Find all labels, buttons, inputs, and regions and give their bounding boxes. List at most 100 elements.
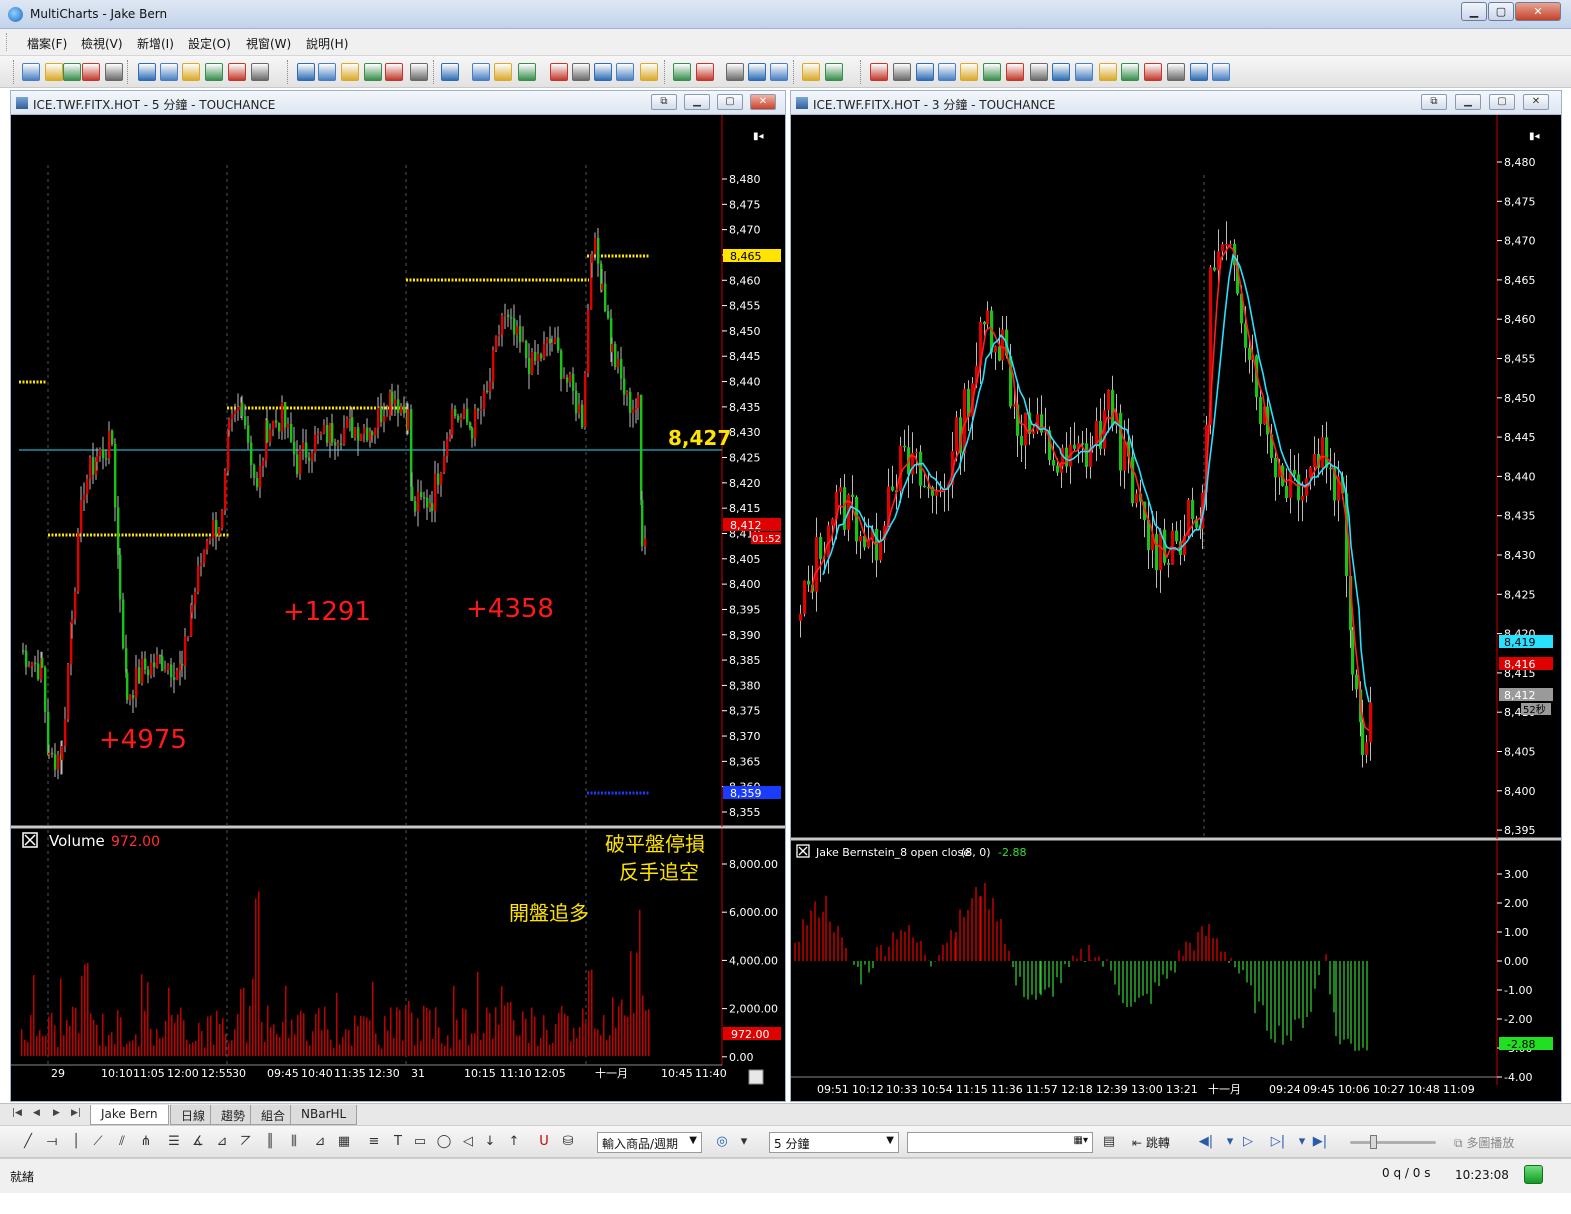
toolbar-tool-icon[interactable] — [1121, 63, 1139, 81]
toolbar-tool-icon[interactable] — [341, 63, 359, 81]
minimize-button[interactable]: ▁ — [1461, 2, 1487, 21]
play-back-icon[interactable]: ◀| — [1198, 1134, 1214, 1150]
tab-first-icon[interactable]: |◀ — [12, 1108, 22, 1118]
andrews-pitchfork-icon[interactable]: ⋔ — [138, 1134, 154, 1150]
menu-help[interactable]: 說明(H) — [306, 35, 348, 52]
jump-button[interactable]: ⇤ 跳轉 — [1132, 1134, 1170, 1151]
toolbar-tool-icon[interactable] — [893, 63, 911, 81]
toolbar-tool-icon[interactable] — [1052, 63, 1070, 81]
toolbar-tool-icon[interactable] — [572, 63, 590, 81]
toolbar-tool-icon[interactable] — [182, 63, 200, 81]
chart-3min-canvas[interactable]: ▮◂ 8,480 8,475 8,470 8,465 8,460 8,455 8,450 8,4… — [791, 115, 1561, 1101]
toolbar-tool-icon[interactable] — [748, 63, 766, 81]
chart-5min-canvas[interactable]: ▮◂ 8,480 8,475 8,470 8,465 8,460 8,455 8,450 8,4… — [11, 115, 785, 1101]
toolbar-tool-icon[interactable] — [228, 63, 246, 81]
arrow-up-icon[interactable]: ↑ — [506, 1134, 522, 1150]
menu-file[interactable]: 檔案(F) — [27, 35, 67, 52]
toolbar-tool-icon[interactable] — [594, 63, 612, 81]
menu-view[interactable]: 檢視(V) — [81, 35, 123, 52]
speed-lines-icon[interactable]: ⊿ — [214, 1134, 230, 1150]
speed-slider-handle[interactable] — [1370, 1135, 1377, 1149]
toolbar-tool-icon[interactable] — [385, 63, 403, 81]
toolbar-tool-icon[interactable] — [673, 63, 691, 81]
toolbar-tool-icon[interactable] — [297, 63, 315, 81]
text-tool-icon[interactable]: T — [390, 1134, 406, 1150]
toolbar-tool-icon[interactable] — [1006, 63, 1024, 81]
horizontal-line-icon[interactable]: ⟞ — [44, 1134, 60, 1150]
toolbar-tool-icon[interactable] — [938, 63, 956, 81]
toolbar-tool-icon[interactable] — [518, 63, 536, 81]
vertical-line-icon[interactable]: │ — [68, 1134, 84, 1150]
toolbar-tool-icon[interactable] — [640, 63, 658, 81]
step-menu-icon[interactable]: ▾ — [1294, 1134, 1310, 1150]
triangle-tool-icon[interactable]: ◁ — [460, 1134, 476, 1150]
interval-combo[interactable]: 5 分鐘 ▼ — [769, 1132, 899, 1153]
menu-insert[interactable]: 新增(I) — [137, 35, 174, 52]
toolbar-tool-icon[interactable] — [960, 63, 978, 81]
toolbar-tool-icon[interactable] — [616, 63, 634, 81]
chart-format-button[interactable]: ⧉ — [651, 94, 677, 110]
toolbar-tool-icon[interactable] — [410, 63, 428, 81]
toolbar-tool-icon[interactable] — [983, 63, 1001, 81]
chart-minimize-button[interactable]: ▁ — [684, 94, 710, 110]
toolbar-tool-icon[interactable] — [494, 63, 512, 81]
grid-icon[interactable]: ▦ — [336, 1134, 352, 1150]
channel-icon[interactable]: ⟋ — [90, 1134, 106, 1150]
toolbar-tool-icon[interactable] — [138, 63, 156, 81]
tab-jake-bern[interactable]: Jake Bern — [90, 1105, 169, 1125]
fib-fan-icon[interactable]: ⦢ — [238, 1134, 254, 1150]
toolbar-tool-icon[interactable] — [45, 63, 63, 81]
toolbar-tool-icon[interactable] — [1144, 63, 1162, 81]
toolbar-tool-icon[interactable] — [318, 63, 336, 81]
toolbar-tool-icon[interactable] — [870, 63, 888, 81]
toolbar-tool-icon[interactable] — [1030, 63, 1048, 81]
chart-window-3min[interactable]: ICE.TWF.FITX.HOT - 3 分鐘 - TOUCHANCE ⧉ ▁ … — [790, 90, 1562, 1102]
close-button[interactable]: ✕ — [1515, 2, 1561, 21]
chart-format-button[interactable]: ⧉ — [1421, 94, 1447, 110]
maximize-button[interactable]: ▢ — [1488, 2, 1514, 21]
toolbar-tool-icon[interactable] — [770, 63, 788, 81]
parallel-icon[interactable]: ⫽ — [114, 1134, 130, 1150]
chart-close-button[interactable]: ✕ — [1523, 94, 1549, 110]
toolbar-tool-icon[interactable] — [1075, 63, 1093, 81]
step-forward-icon[interactable]: ▷| — [1270, 1134, 1286, 1150]
toolbar-settings-icon[interactable]: ▤ — [1101, 1134, 1117, 1150]
toolbar-tool-icon[interactable] — [550, 63, 568, 81]
toolbar-tool-icon[interactable] — [1212, 63, 1230, 81]
toolbar-tool-icon[interactable] — [726, 63, 744, 81]
toolbar-tool-icon[interactable] — [825, 63, 843, 81]
magnet-icon[interactable]: U — [536, 1134, 552, 1150]
paint-icon[interactable]: ⛁ — [560, 1134, 576, 1150]
toolbar-tool-icon[interactable] — [1190, 63, 1208, 81]
tab-next-icon[interactable]: ▶ — [53, 1108, 60, 1118]
toolbar-tool-icon[interactable] — [160, 63, 178, 81]
arrow-down-icon[interactable]: ↓ — [482, 1134, 498, 1150]
time-zones-icon[interactable]: ║ — [262, 1134, 278, 1150]
symbol-combo[interactable]: 輸入商品/週期 ▼ — [597, 1132, 702, 1153]
chart-close-button[interactable]: ✕ — [750, 94, 776, 110]
price-levels-icon[interactable]: ≡ — [366, 1134, 382, 1150]
chart-maximize-button[interactable]: ▢ — [1489, 94, 1515, 110]
chart-maximize-button[interactable]: ▢ — [717, 94, 743, 110]
date-input[interactable]: ▦▾ — [907, 1132, 1093, 1153]
cycle-lines-icon[interactable]: ⫼ — [286, 1134, 302, 1150]
regression-icon[interactable]: ⊿ — [312, 1134, 328, 1150]
trendline-icon[interactable]: ╱ — [20, 1134, 36, 1150]
fibonacci-icon[interactable]: ☰ — [166, 1134, 182, 1150]
toolbar-tool-icon[interactable] — [364, 63, 382, 81]
chart-window-5min[interactable]: ICE.TWF.FITX.HOT - 5 分鐘 - TOUCHANCE ⧉ ▁ … — [10, 90, 786, 1102]
rectangle-tool-icon[interactable]: ▭ — [412, 1134, 428, 1150]
globe-icon[interactable]: ◎ — [714, 1134, 730, 1150]
skip-end-icon[interactable]: ▶| — [1312, 1134, 1328, 1150]
multi-play-button[interactable]: ⧉ 多圖播放 — [1454, 1134, 1514, 1151]
toolbar-tool-icon[interactable] — [22, 63, 40, 81]
chevron-down-icon[interactable]: ▾ — [736, 1134, 752, 1150]
play-back-menu-icon[interactable]: ▾ — [1222, 1134, 1238, 1150]
toolbar-tool-icon[interactable] — [1167, 63, 1185, 81]
ellipse-tool-icon[interactable]: ◯ — [436, 1134, 452, 1150]
toolbar-tool-icon[interactable] — [916, 63, 934, 81]
chart-minimize-button[interactable]: ▁ — [1455, 94, 1481, 110]
toolbar-tool-icon[interactable] — [205, 63, 223, 81]
tab-prev-icon[interactable]: ◀ — [33, 1108, 40, 1118]
toolbar-tool-icon[interactable] — [441, 63, 459, 81]
